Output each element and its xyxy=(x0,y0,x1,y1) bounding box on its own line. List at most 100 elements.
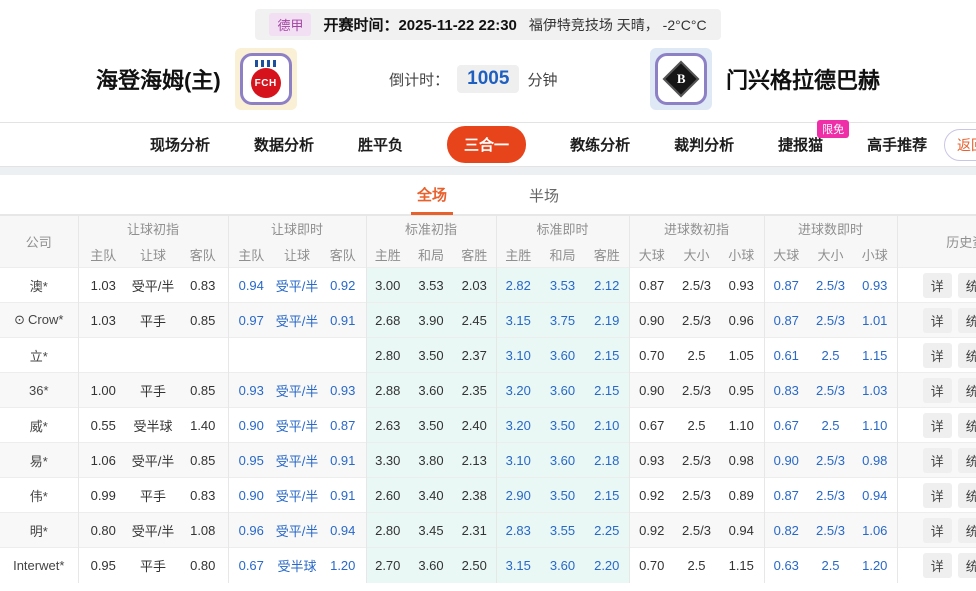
odds-cell: 3.80 xyxy=(409,443,453,478)
subtab-1[interactable]: 全场 xyxy=(411,175,453,215)
odds-table-wrap: 公司让球初指让球即时标准初指标准即时进球数初指进球数即时历史资料主队让球客队主队… xyxy=(0,215,976,583)
odds-cell: 1.40 xyxy=(178,408,228,443)
nav-right-button[interactable]: 返回 xyxy=(944,129,976,161)
history-button-2[interactable]: 统 xyxy=(958,553,976,578)
history-button-2[interactable]: 统 xyxy=(958,378,976,403)
odds-cell: 2.5/3 xyxy=(674,268,719,303)
odds-cell: 1.15 xyxy=(719,548,764,583)
nav-tab-7[interactable]: 捷报猫限免 xyxy=(778,134,823,155)
odds-cell: 0.87 xyxy=(764,268,808,303)
history-button-2[interactable]: 统 xyxy=(958,308,976,333)
odds-cell: 2.35 xyxy=(453,373,496,408)
odds-cell: 0.95 xyxy=(78,548,128,583)
sub-header: 小球 xyxy=(719,242,764,268)
nav-tab-8[interactable]: 高手推荐 xyxy=(867,134,927,155)
nav-tab-5[interactable]: 教练分析 xyxy=(570,134,630,155)
odds-cell: 0.96 xyxy=(719,303,764,338)
odds-cell: 2.80 xyxy=(366,513,409,548)
odds-cell: 1.03 xyxy=(78,268,128,303)
odds-cell: 0.67 xyxy=(228,548,274,583)
history-button-1[interactable]: 详 xyxy=(923,343,952,368)
odds-cell: 0.90 xyxy=(764,443,808,478)
odds-cell: 3.75 xyxy=(540,303,585,338)
odds-cell: 2.5/3 xyxy=(808,478,853,513)
sub-header: 和局 xyxy=(409,242,453,268)
odds-cell: 受平/半 xyxy=(128,268,178,303)
history-cell: 详统主 xyxy=(897,443,976,478)
odds-cell: 3.15 xyxy=(496,548,540,583)
countdown-label: 倒计时： xyxy=(389,69,449,90)
odds-cell: 3.60 xyxy=(540,443,585,478)
history-cell: 详统主 xyxy=(897,303,976,338)
odds-cell: 0.87 xyxy=(764,478,808,513)
odds-cell: 3.50 xyxy=(409,338,453,373)
history-button-1[interactable]: 详 xyxy=(923,518,952,543)
odds-cell: 0.92 xyxy=(320,268,366,303)
history-button-1[interactable]: 详 xyxy=(923,448,952,473)
odds-cell: 0.80 xyxy=(78,513,128,548)
sub-header: 大球 xyxy=(629,242,674,268)
odds-cell: 0.87 xyxy=(320,408,366,443)
home-team: 海登海姆(主) FCH xyxy=(96,48,297,110)
odds-cell xyxy=(78,338,128,373)
nav-tab-2[interactable]: 数据分析 xyxy=(254,134,314,155)
company-name: 伟* xyxy=(0,478,78,513)
odds-cell: 2.40 xyxy=(453,408,496,443)
odds-cell: 3.20 xyxy=(496,408,540,443)
odds-cell: 0.94 xyxy=(320,513,366,548)
history-button-2[interactable]: 统 xyxy=(958,413,976,438)
odds-cell: 受平/半 xyxy=(128,443,178,478)
history-cell: 详统主 xyxy=(897,338,976,373)
odds-cell: 3.50 xyxy=(540,478,585,513)
odds-cell: 0.90 xyxy=(629,373,674,408)
column-header-history: 历史资料 xyxy=(897,216,976,268)
free-badge: 限免 xyxy=(817,120,849,138)
odds-cell: 1.01 xyxy=(853,303,897,338)
history-button-1[interactable]: 详 xyxy=(923,273,952,298)
history-button-1[interactable]: 详 xyxy=(923,413,952,438)
odds-cell: 0.85 xyxy=(178,443,228,478)
odds-cell: 3.00 xyxy=(366,268,409,303)
odds-cell: 受半球 xyxy=(274,548,320,583)
odds-cell: 0.63 xyxy=(764,548,808,583)
company-name: 立* xyxy=(0,338,78,373)
odds-cell: 2.5 xyxy=(808,548,853,583)
history-button-1[interactable]: 详 xyxy=(923,553,952,578)
odds-cell: 0.98 xyxy=(853,443,897,478)
odds-cell: 2.31 xyxy=(453,513,496,548)
sub-header: 客队 xyxy=(178,242,228,268)
history-button-1[interactable]: 详 xyxy=(923,378,952,403)
history-button-2[interactable]: 统 xyxy=(958,483,976,508)
odds-cell: 2.15 xyxy=(585,478,629,513)
history-button-2[interactable]: 统 xyxy=(958,518,976,543)
away-logo-text: B xyxy=(677,71,686,87)
history-button-2[interactable]: 统 xyxy=(958,448,976,473)
history-button-1[interactable]: 详 xyxy=(923,483,952,508)
nav-tab-3[interactable]: 胜平负 xyxy=(358,134,403,155)
history-button-1[interactable]: 详 xyxy=(923,308,952,333)
nav-tab-6[interactable]: 裁判分析 xyxy=(674,134,734,155)
group-header-1: 让球初指 xyxy=(78,216,228,242)
odds-cell: 2.15 xyxy=(585,373,629,408)
odds-cell: 0.90 xyxy=(629,303,674,338)
odds-cell: 2.13 xyxy=(453,443,496,478)
odds-cell: 3.55 xyxy=(540,513,585,548)
odds-cell: 0.90 xyxy=(228,478,274,513)
nav-tab-1[interactable]: 现场分析 xyxy=(150,134,210,155)
history-button-2[interactable]: 统 xyxy=(958,273,976,298)
odds-cell: 2.63 xyxy=(366,408,409,443)
odds-cell: 0.67 xyxy=(764,408,808,443)
odds-cell: 0.85 xyxy=(178,373,228,408)
odds-cell: 0.91 xyxy=(320,478,366,513)
odds-cell: 2.90 xyxy=(496,478,540,513)
countdown: 倒计时： 1005 分钟 xyxy=(389,65,557,93)
subtab-2[interactable]: 半场 xyxy=(523,176,565,213)
match-info-bar: 德甲 开赛时间：2025-11-22 22:30 福伊特竞技场 天晴， -2°C… xyxy=(0,0,976,40)
odds-cell: 2.5 xyxy=(674,338,719,373)
history-button-2[interactable]: 统 xyxy=(958,343,976,368)
nav-tab-4[interactable]: 三合一 xyxy=(447,126,526,163)
odds-cell: 1.06 xyxy=(853,513,897,548)
odds-cell: 3.15 xyxy=(496,303,540,338)
odds-cell: 0.94 xyxy=(719,513,764,548)
odds-cell: 2.70 xyxy=(366,548,409,583)
